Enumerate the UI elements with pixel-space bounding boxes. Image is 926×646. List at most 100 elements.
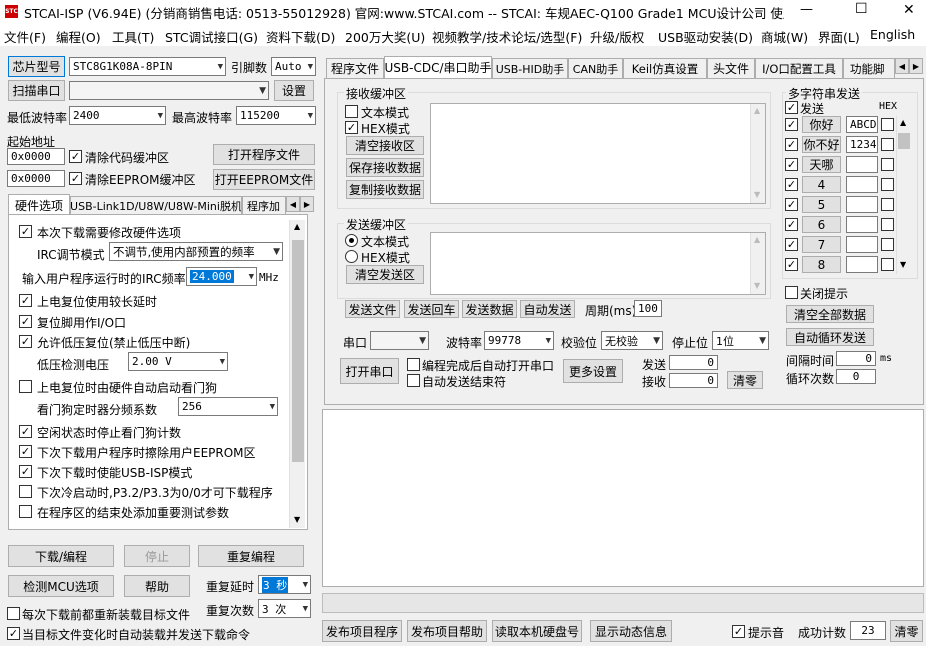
multi-row-hex-checkbox[interactable] bbox=[881, 198, 894, 211]
long-reset-delay-checkbox[interactable]: ✓ bbox=[19, 294, 32, 307]
send-textarea[interactable] bbox=[430, 232, 766, 295]
irc-mode-select[interactable]: 不调节,使用内部预置的频率 ▼ bbox=[109, 242, 283, 261]
cold-start-p32-checkbox[interactable] bbox=[19, 485, 32, 498]
close-tip-checkbox[interactable] bbox=[785, 286, 798, 299]
menu-file[interactable]: 文件(F) bbox=[4, 27, 46, 46]
multi-row-send-button[interactable]: 7 bbox=[802, 236, 841, 253]
receive-scrollbar[interactable]: ▲ ▼ bbox=[750, 104, 765, 203]
multi-row-data-input[interactable]: 1234 bbox=[846, 136, 878, 153]
parity-select[interactable]: 无校验 ▼ bbox=[601, 331, 663, 350]
clear-code-buffer-checkbox[interactable]: ✓ bbox=[69, 150, 82, 163]
loop-count-input[interactable]: 0 bbox=[836, 369, 876, 384]
multi-row-data-input[interactable] bbox=[846, 236, 878, 253]
publish-project-button[interactable]: 发布项目程序 bbox=[322, 620, 402, 642]
close-button[interactable]: ✕ bbox=[903, 2, 915, 18]
reload-before-download-checkbox[interactable] bbox=[7, 607, 20, 620]
multi-row-send-button[interactable]: 6 bbox=[802, 216, 841, 233]
multi-row-send-checkbox[interactable]: ✓ bbox=[785, 238, 798, 251]
multi-row-send-checkbox[interactable]: ✓ bbox=[785, 158, 798, 171]
copy-receive-button[interactable]: 复制接收数据 bbox=[346, 180, 424, 199]
open-eeprom-file-button[interactable]: 打开EEPROM文件 bbox=[213, 169, 315, 190]
baud-rate-select[interactable]: 99778 ▼ bbox=[484, 331, 554, 350]
serial-port-select[interactable]: ▼ bbox=[370, 331, 429, 350]
multi-row-send-checkbox[interactable]: ✓ bbox=[785, 218, 798, 231]
multi-row-send-button[interactable]: 8 bbox=[802, 256, 841, 273]
max-baud-select[interactable]: 115200 ▼ bbox=[236, 106, 316, 125]
irc-freq-select[interactable]: 24.000 ▼ bbox=[186, 267, 257, 286]
multi-row-send-button[interactable]: 5 bbox=[802, 196, 841, 213]
multi-string-scrollbar[interactable]: ▲ ▼ bbox=[896, 116, 910, 274]
recv-hex-mode-checkbox[interactable]: ✓ bbox=[345, 121, 358, 134]
menu-english[interactable]: English bbox=[870, 27, 915, 42]
code-start-address-input[interactable]: 0x0000 bbox=[7, 148, 65, 165]
tab-usb-link1d[interactable]: USB-Link1D/U8W/U8W-Mini脱机 bbox=[70, 196, 242, 215]
clear-success-count-button[interactable]: 清零 bbox=[890, 620, 923, 642]
usb-isp-checkbox[interactable]: ✓ bbox=[19, 465, 32, 478]
stop-bits-select[interactable]: 1位 ▼ bbox=[712, 331, 769, 350]
auto-send-button[interactable]: 自动发送 bbox=[520, 300, 575, 318]
menu-prize[interactable]: 200万大奖(U) bbox=[345, 27, 425, 46]
multi-row-data-input[interactable]: ABCD bbox=[846, 116, 878, 133]
tab-can[interactable]: CAN助手 bbox=[568, 58, 623, 78]
reprogram-button[interactable]: 重复编程 bbox=[198, 545, 304, 567]
beep-checkbox[interactable]: ✓ bbox=[732, 625, 745, 638]
tab-io-config[interactable]: I/O口配置工具 bbox=[755, 58, 843, 78]
multi-row-send-checkbox[interactable]: ✓ bbox=[785, 138, 798, 151]
tab-program-file[interactable]: 程序文件 bbox=[326, 58, 384, 78]
multi-row-data-input[interactable] bbox=[846, 176, 878, 193]
tab-scroll-right-button[interactable]: ▶ bbox=[300, 196, 314, 212]
multi-send-all-checkbox[interactable]: ✓ bbox=[785, 101, 798, 114]
help-button[interactable]: 帮助 bbox=[124, 575, 190, 597]
publish-help-button[interactable]: 发布项目帮助 bbox=[407, 620, 487, 642]
menu-video[interactable]: 视频教学/技术论坛/选型(F) bbox=[432, 27, 582, 46]
menu-usb-driver[interactable]: USB驱动安装(D) bbox=[658, 27, 753, 46]
watchdog-divider-select[interactable]: 256 ▼ bbox=[178, 397, 278, 416]
multi-row-send-button[interactable]: 4 bbox=[802, 176, 841, 193]
multi-row-data-input[interactable] bbox=[846, 196, 878, 213]
send-text-mode-radio[interactable] bbox=[345, 234, 358, 247]
chip-model-select[interactable]: STC8G1K08A-8PIN ▼ bbox=[69, 57, 226, 76]
port-select[interactable]: ▼ bbox=[69, 81, 269, 100]
eeprom-start-address-input[interactable]: 0x0000 bbox=[7, 170, 65, 187]
low-voltage-select[interactable]: 2.00 V ▼ bbox=[128, 352, 228, 371]
hardware-options-scrollbar[interactable]: ▲ ▼ bbox=[289, 220, 305, 528]
download-program-button[interactable]: 下载/编程 bbox=[8, 545, 114, 567]
send-data-button[interactable]: 发送数据 bbox=[462, 300, 517, 318]
multi-row-send-checkbox[interactable]: ✓ bbox=[785, 258, 798, 271]
menu-tools[interactable]: 工具(T) bbox=[112, 27, 154, 46]
more-settings-button[interactable]: 更多设置 bbox=[563, 359, 623, 383]
low-voltage-reset-checkbox[interactable]: ✓ bbox=[19, 335, 32, 348]
multi-row-send-checkbox[interactable]: ✓ bbox=[785, 198, 798, 211]
repeat-count-select[interactable]: 3 次 ▼ bbox=[258, 599, 311, 618]
detect-mcu-button[interactable]: 检测MCU选项 bbox=[8, 575, 114, 597]
multi-row-data-input[interactable] bbox=[846, 256, 878, 273]
auto-load-checkbox[interactable]: ✓ bbox=[7, 627, 20, 640]
send-scrollbar[interactable]: ▲ ▼ bbox=[750, 233, 765, 294]
reset-pin-io-checkbox[interactable]: ✓ bbox=[19, 315, 32, 328]
multi-row-hex-checkbox[interactable] bbox=[881, 238, 894, 251]
tab-usb-cdc-serial[interactable]: USB-CDC/串口助手 bbox=[384, 56, 492, 78]
multi-row-send-checkbox[interactable]: ✓ bbox=[785, 118, 798, 131]
min-baud-select[interactable]: 2400 ▼ bbox=[69, 106, 166, 125]
scan-port-button[interactable]: 扫描串口 bbox=[8, 80, 65, 101]
tab-scroll-left-button[interactable]: ◀ bbox=[286, 196, 300, 212]
send-file-button[interactable]: 发送文件 bbox=[345, 300, 400, 318]
clear-receive-button[interactable]: 清空接收区 bbox=[346, 136, 424, 155]
multi-row-send-checkbox[interactable]: ✓ bbox=[785, 178, 798, 191]
read-hdd-button[interactable]: 读取本机硬盘号 bbox=[492, 620, 582, 642]
show-dynamic-info-button[interactable]: 显示动态信息 bbox=[590, 620, 672, 642]
multi-row-hex-checkbox[interactable] bbox=[881, 178, 894, 191]
add-test-params-checkbox[interactable] bbox=[19, 505, 32, 518]
multi-row-hex-checkbox[interactable] bbox=[881, 118, 894, 131]
multi-row-send-button[interactable]: 你不好 bbox=[802, 136, 841, 153]
auto-open-port-checkbox[interactable] bbox=[407, 358, 420, 371]
scroll-thumb[interactable] bbox=[898, 133, 910, 149]
menu-debug[interactable]: STC调试接口(G) bbox=[165, 27, 258, 46]
send-hex-mode-radio[interactable] bbox=[345, 250, 358, 263]
receive-textarea[interactable] bbox=[430, 103, 766, 204]
repeat-delay-select[interactable]: 3 秒 ▼ bbox=[258, 575, 311, 594]
maximize-button[interactable]: ☐ bbox=[855, 1, 868, 17]
recv-text-mode-checkbox[interactable] bbox=[345, 105, 358, 118]
tab-program-add[interactable]: 程序加 bbox=[242, 196, 286, 215]
interval-input[interactable]: 0 bbox=[836, 351, 876, 366]
